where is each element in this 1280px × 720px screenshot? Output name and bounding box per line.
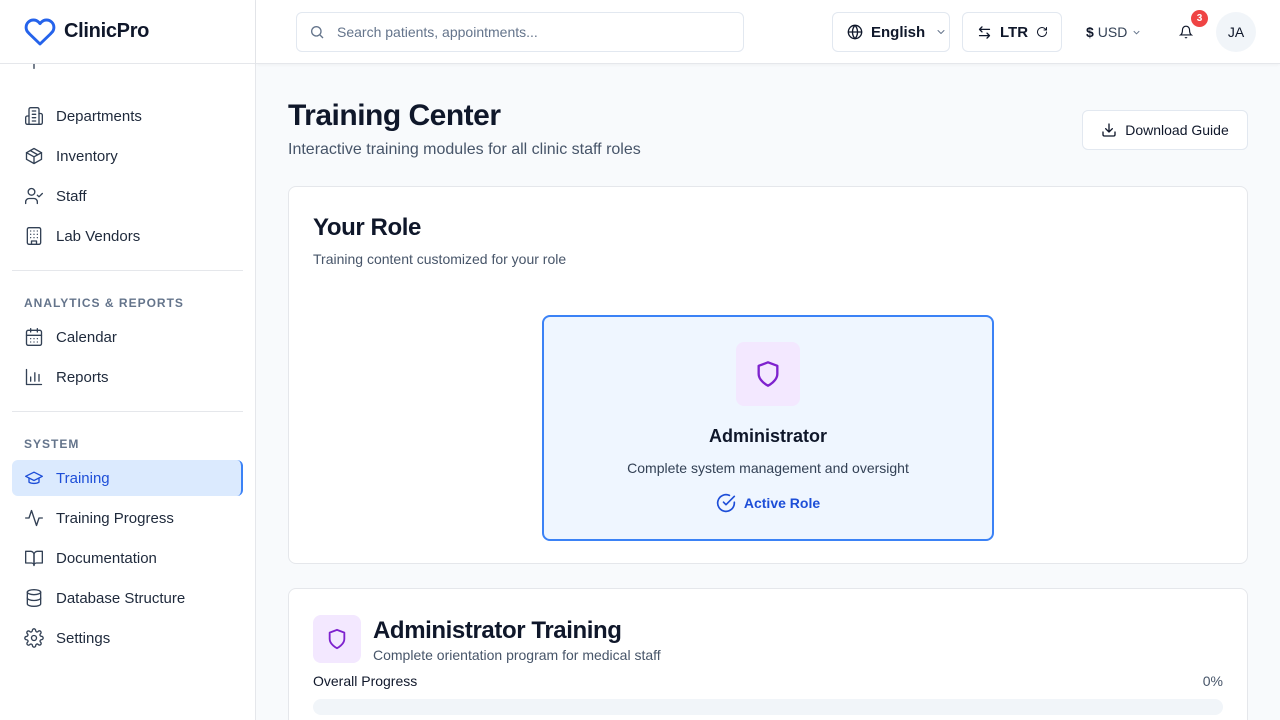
search-box[interactable]: [296, 12, 744, 52]
building-icon: [25, 107, 43, 126]
sidebar-item-label: Inventory: [56, 147, 118, 165]
sidebar-item-label: Training: [56, 469, 110, 487]
sidebar-item-training[interactable]: Training: [12, 460, 243, 496]
graduation-cap-icon: [25, 471, 43, 485]
shield-icon: [757, 361, 779, 387]
training-title: Administrator Training: [373, 617, 622, 644]
sidebar-item-departments[interactable]: Departments: [12, 98, 243, 134]
app-name: ClinicPro: [64, 20, 150, 42]
currency-label: USD: [1097, 24, 1128, 40]
sidebar-item-label: Training Progress: [56, 509, 174, 527]
shield-icon: [328, 628, 346, 650]
language-select[interactable]: English: [832, 12, 950, 52]
activity-icon: [25, 509, 43, 527]
sidebar-item-training-progress[interactable]: Training Progress: [12, 500, 243, 536]
download-guide-button[interactable]: Download Guide: [1082, 110, 1248, 150]
section-title-analytics: ANALYTICS & REPORTS: [24, 296, 184, 310]
section-title-system: SYSTEM: [24, 437, 80, 451]
sidebar-item-label: Database Structure: [56, 589, 186, 607]
sidebar-item-documentation[interactable]: Documentation: [12, 540, 243, 576]
active-role-label: Active Role: [743, 495, 821, 511]
chevron-down-icon: [937, 30, 945, 34]
progress-value: 0%: [1202, 673, 1223, 689]
download-icon: [1102, 123, 1116, 137]
direction-toggle[interactable]: LTR: [962, 12, 1062, 52]
user-check-icon: [25, 187, 43, 205]
training-icon-wrapper: [313, 615, 361, 663]
sidebar-item-label: Settings: [56, 629, 111, 647]
bar-chart-icon: [25, 368, 43, 386]
role-icon-wrapper: [736, 342, 800, 406]
sidebar-divider: [12, 270, 243, 271]
arrows-left-right-icon: [978, 25, 991, 39]
sidebar-item-lab-vendors[interactable]: Lab Vendors: [12, 218, 243, 254]
role-name: Administrator: [708, 426, 827, 446]
sidebar-item-label: Documentation: [56, 549, 157, 567]
direction-label: LTR: [1000, 23, 1029, 41]
sidebar-item-label: Staff: [56, 187, 87, 205]
refresh-icon: [1037, 27, 1048, 37]
sidebar-item-database-structure[interactable]: Database Structure: [12, 580, 243, 616]
sidebar-item-label: Calendar: [56, 328, 117, 346]
currency-symbol: $: [1086, 24, 1094, 40]
sidebar-item-calendar[interactable]: Calendar: [12, 319, 243, 355]
sidebar-item-label: Reports: [56, 368, 109, 386]
check-circle-icon: [716, 493, 736, 513]
language-label: English: [871, 23, 926, 41]
sidebar-item-label: Lab Vendors: [56, 227, 141, 245]
role-option-administrator[interactable]: Administrator Complete system management…: [542, 315, 994, 541]
page-title: Training Center: [288, 99, 501, 132]
settings-icon: [24, 628, 44, 648]
sidebar-divider: [12, 411, 243, 412]
chevron-down-icon: [1133, 30, 1140, 35]
user-avatar[interactable]: JA: [1216, 12, 1256, 52]
heart-logo-icon: [24, 18, 56, 45]
sidebar-item-staff[interactable]: Staff: [12, 178, 243, 214]
main-content: Training Center Interactive training mod…: [256, 64, 1280, 720]
active-role-status: Active Role: [544, 493, 992, 513]
brand[interactable]: ClinicPro: [0, 0, 255, 64]
sidebar-item-label: Departments: [56, 107, 142, 125]
office-building-icon: [26, 227, 42, 245]
package-icon: [25, 147, 43, 165]
sidebar: ClinicPro Services Departments Inventory…: [0, 0, 256, 720]
search-icon: [311, 26, 324, 39]
sidebar-item-reports[interactable]: Reports: [12, 359, 243, 395]
training-card: Administrator Training Complete orientat…: [288, 588, 1248, 720]
notification-badge: 3: [1191, 10, 1208, 27]
database-icon: [26, 589, 42, 607]
progress-bar: [313, 699, 1223, 715]
your-role-card: Your Role Training content customized fo…: [288, 186, 1248, 564]
sidebar-item-settings[interactable]: Settings: [12, 620, 243, 656]
calendar-icon: [25, 328, 43, 346]
download-guide-label: Download Guide: [1125, 122, 1229, 138]
book-open-icon: [25, 550, 43, 567]
page-subtitle: Interactive training modules for all cli…: [288, 141, 641, 158]
role-description: Complete system management and oversight: [627, 460, 909, 476]
top-header: English LTR $ USD 3 JA: [256, 0, 1280, 64]
sidebar-item-inventory[interactable]: Inventory: [12, 138, 243, 174]
training-subtitle: Complete orientation program for medical…: [373, 647, 661, 663]
role-card-subtitle: Training content customized for your rol…: [313, 251, 567, 267]
bell-icon: [1179, 25, 1193, 39]
search-input[interactable]: [337, 24, 717, 40]
currency-select[interactable]: $ USD: [1086, 12, 1142, 52]
role-card-title: Your Role: [313, 214, 421, 241]
globe-icon: [847, 24, 863, 40]
progress-label: Overall Progress: [313, 673, 418, 689]
